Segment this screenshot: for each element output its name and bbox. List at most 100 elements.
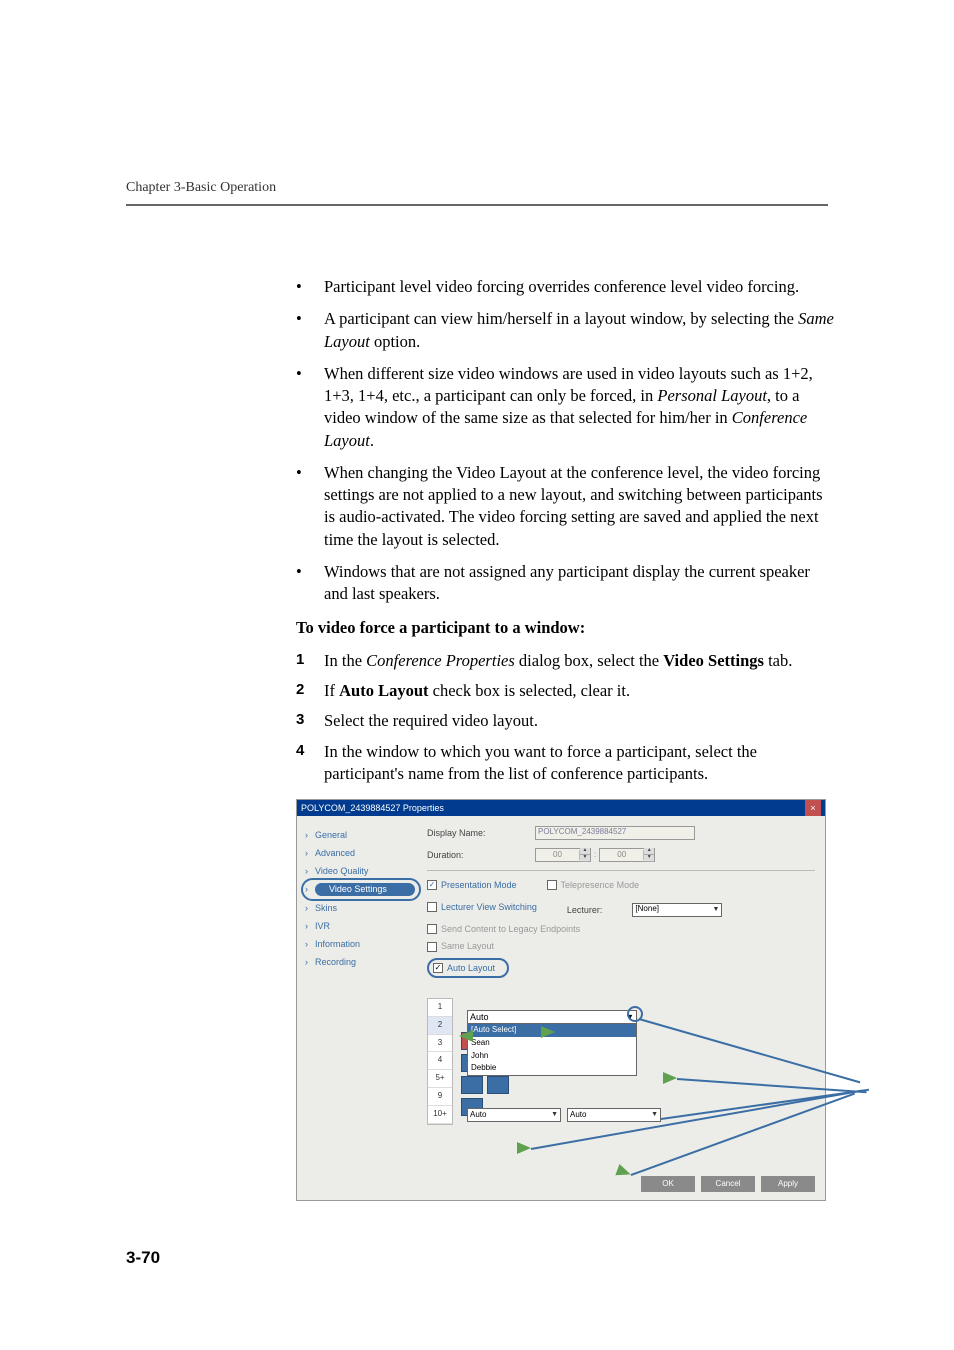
bullet-text: . <box>370 431 374 450</box>
bold-text: Auto Layout <box>339 681 428 700</box>
send-legacy-label: Send Content to Legacy Endpoints <box>441 923 580 935</box>
chevron-down-icon: ▼ <box>651 1110 658 1119</box>
ok-button[interactable]: OK <box>641 1176 695 1192</box>
annotation-line <box>677 1078 867 1093</box>
lower-dropdowns: Auto▼ Auto▼ <box>467 1108 661 1122</box>
layout-count-sidebar: 1 2 3 4 5+ 9 10+ <box>427 998 453 1125</box>
lecturer-switching-checkbox[interactable]: Lecturer View Switching <box>427 901 537 913</box>
step-text: tab. <box>764 651 792 670</box>
duration-minutes-value: 00 <box>600 850 644 861</box>
nav-item-skins[interactable]: Skins <box>303 899 419 917</box>
annotation-arrow-icon <box>517 1142 531 1154</box>
bullet-text: option. <box>370 332 420 351</box>
dropdown-value: Auto <box>470 1110 486 1121</box>
page-number: 3-70 <box>126 1248 160 1268</box>
step-item: 2 If Auto Layout check box is selected, c… <box>296 680 834 702</box>
bullet-text: Windows that are not assigned any partic… <box>324 562 810 603</box>
close-icon[interactable]: × <box>805 800 821 816</box>
layout-count-9[interactable]: 9 <box>428 1088 452 1106</box>
dropdown-option[interactable]: Sean <box>468 1037 636 1050</box>
same-layout-label: Same Layout <box>441 940 494 952</box>
layout-count-5plus[interactable]: 5+ <box>428 1070 452 1088</box>
dialog-nav-sidebar: General Advanced Video Quality Video Set… <box>303 826 419 971</box>
dialog-button-bar: OK Cancel Apply <box>641 1176 815 1192</box>
nav-item-ivr[interactable]: IVR <box>303 917 419 935</box>
dropdown-option[interactable]: Debbie <box>468 1062 636 1075</box>
step-text: Select the required video layout. <box>324 711 538 730</box>
bold-text: Video Settings <box>663 651 764 670</box>
bullet-text: A participant can view him/herself in a … <box>324 309 798 328</box>
auto-layout-label: Auto Layout <box>447 962 495 974</box>
step-text: In the window to which you want to force… <box>324 742 757 783</box>
step-number: 3 <box>296 710 304 730</box>
step-number: 2 <box>296 680 304 700</box>
lecturer-dropdown[interactable]: [None] ▼ <box>632 903 722 917</box>
step-text: If <box>324 681 339 700</box>
lecturer-label: Lecturer: <box>567 904 603 916</box>
nav-item-advanced[interactable]: Advanced <box>303 844 419 862</box>
nav-item-recording[interactable]: Recording <box>303 953 419 971</box>
lecturer-value: [None] <box>635 904 659 915</box>
duration-hours-spinner[interactable]: 00 ▲▼ <box>535 848 591 862</box>
dropdown-value: Auto <box>570 1110 586 1121</box>
checkbox-group: ✓Presentation Mode Telepresence Mode Lec… <box>427 879 815 978</box>
dialog-main-panel: Display Name: POLYCOM_2439884527 Duratio… <box>427 826 815 1164</box>
annotation-arrow-icon <box>663 1072 677 1084</box>
layout-count-1[interactable]: 1 <box>428 999 452 1017</box>
step-item: 3 Select the required video layout. <box>296 710 834 732</box>
procedure-title: To video force a participant to a window… <box>296 617 834 639</box>
layout-count-10plus[interactable]: 10+ <box>428 1106 452 1124</box>
participant-dropdown-2[interactable]: Auto▼ <box>467 1108 561 1122</box>
bullet-item: When different size video windows are us… <box>296 363 834 452</box>
layout-count-2[interactable]: 2 <box>428 1017 452 1035</box>
lecturer-switching-label: Lecturer View Switching <box>441 901 537 913</box>
chevron-down-icon: ▼ <box>712 905 719 914</box>
display-name-label: Display Name: <box>427 827 535 839</box>
telepresence-mode-checkbox: Telepresence Mode <box>547 879 640 891</box>
display-name-field[interactable]: POLYCOM_2439884527 <box>535 826 695 840</box>
step-text: dialog box, select the <box>515 651 663 670</box>
bullet-text: Participant level video forcing override… <box>324 277 799 296</box>
duration-row: Duration: 00 ▲▼ : 00 ▲▼ <box>427 848 815 862</box>
layout-thumb[interactable] <box>487 1076 509 1094</box>
bullet-item: A participant can view him/herself in a … <box>296 308 834 353</box>
participant-dropdown-open[interactable]: Auto ▼ [Auto Select] Sean John Debbie <box>467 1010 637 1076</box>
duration-hours-value: 00 <box>536 850 580 861</box>
nav-item-general[interactable]: General <box>303 826 419 844</box>
annotation-line <box>631 1093 855 1176</box>
cancel-button[interactable]: Cancel <box>701 1176 755 1192</box>
divider <box>427 870 815 871</box>
auto-layout-checkbox[interactable]: ✓ <box>433 963 443 973</box>
annotation-arrow-icon <box>459 1030 473 1042</box>
auto-layout-annotation-oval: ✓ Auto Layout <box>427 958 509 978</box>
bullet-item: Participant level video forcing override… <box>296 276 834 298</box>
bullet-item: Windows that are not assigned any partic… <box>296 561 834 606</box>
apply-button[interactable]: Apply <box>761 1176 815 1192</box>
annotation-arrow-icon <box>541 1026 555 1038</box>
annotation-arrow-icon <box>615 1164 632 1180</box>
dropdown-option[interactable]: John <box>468 1050 636 1063</box>
layout-count-4[interactable]: 4 <box>428 1052 452 1070</box>
same-layout-checkbox: Same Layout <box>427 940 815 952</box>
bullet-item: When changing the Video Layout at the co… <box>296 462 834 551</box>
duration-minutes-spinner[interactable]: 00 ▲▼ <box>599 848 655 862</box>
duration-label: Duration: <box>427 849 535 861</box>
step-item: 4 In the window to which you want to forc… <box>296 741 834 786</box>
participant-dropdown-3[interactable]: Auto ▼ <box>567 1108 661 1122</box>
presentation-mode-label: Presentation Mode <box>441 879 517 891</box>
nav-item-information[interactable]: Information <box>303 935 419 953</box>
layout-thumb[interactable] <box>461 1076 483 1094</box>
dropdown-selected-value: Auto <box>470 1011 489 1023</box>
page-header: Chapter 3-Basic Operation <box>126 180 276 196</box>
step-number: 4 <box>296 741 304 761</box>
header-rule <box>126 204 828 206</box>
italic-text: Conference Properties <box>366 651 515 670</box>
bullet-list: Participant level video forcing override… <box>296 276 834 605</box>
layout-count-3[interactable]: 3 <box>428 1035 452 1053</box>
annotation-circle <box>301 878 421 900</box>
step-item: 1In the Conference Properties dialog box… <box>296 650 834 672</box>
dialog-title: POLYCOM_2439884527 Properties <box>301 800 444 816</box>
presentation-mode-checkbox[interactable]: ✓Presentation Mode <box>427 879 517 891</box>
italic-text: Personal Layout <box>657 386 767 405</box>
step-text: check box is selected, clear it. <box>429 681 631 700</box>
